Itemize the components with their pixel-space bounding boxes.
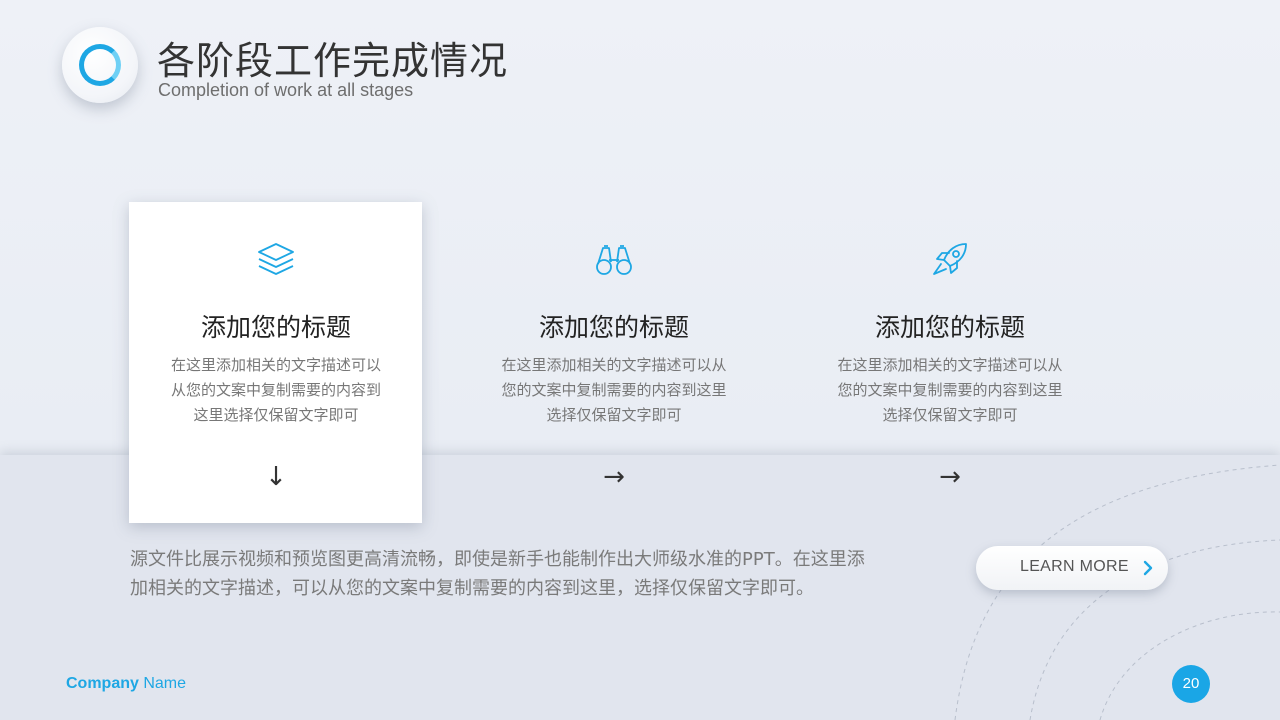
stage-card-3: 添加您的标题 在这里添加相关的文字描述可以从 您的文案中复制需要的内容到这里 选…: [800, 0, 1100, 520]
body-paragraph: 源文件比展示视频和预览图更高清流畅，即使是新手也能制作出大师级水准的PPT。在这…: [130, 545, 930, 603]
chevron-right-icon: [1143, 560, 1153, 576]
learn-more-label: LEARN MORE: [1020, 558, 1129, 575]
stage-description: 在这里添加相关的文字描述可以从 您的文案中复制需要的内容到这里 选择仅保留文字即…: [494, 353, 734, 428]
stage-description: 在这里添加相关的文字描述可以 从您的文案中复制需要的内容到 这里选择仅保留文字即…: [156, 353, 396, 428]
ring-icon: [79, 44, 121, 86]
stage-title: 添加您的标题: [200, 313, 351, 342]
stage-description: 在这里添加相关的文字描述可以从 您的文案中复制需要的内容到这里 选择仅保留文字即…: [830, 353, 1070, 428]
desc-line: 选择仅保留文字即可: [882, 406, 1018, 424]
stage-title: 添加您的标题: [538, 313, 689, 342]
rocket-icon: [933, 243, 967, 275]
binoculars-icon: [596, 245, 632, 275]
slide: 各阶段工作完成情况 Completion of work at all stag…: [0, 0, 1280, 720]
desc-line: 选择仅保留文字即可: [546, 406, 682, 424]
desc-line: 从您的文案中复制需要的内容到: [170, 381, 381, 399]
desc-line: 在这里添加相关的文字描述可以从: [501, 356, 727, 374]
learn-more-button[interactable]: LEARN MORE: [976, 546, 1168, 590]
body-line: 源文件比展示视频和预览图更高清流畅，即使是新手也能制作出大师级水准的PPT。在这…: [130, 549, 865, 570]
desc-line: 在这里添加相关的文字描述可以: [170, 356, 381, 374]
stage-title: 添加您的标题: [874, 313, 1025, 342]
company-name-rest: Name: [138, 675, 187, 692]
arrow-right-icon: →: [939, 462, 961, 492]
arrow-down-icon: ↓: [265, 462, 287, 492]
desc-line: 您的文案中复制需要的内容到这里: [837, 381, 1063, 399]
desc-line: 在这里添加相关的文字描述可以从: [837, 356, 1063, 374]
company-name: Company Name: [66, 675, 186, 693]
page-number-badge: 20: [1172, 665, 1210, 703]
stage-card-1: 添加您的标题 在这里添加相关的文字描述可以 从您的文案中复制需要的内容到 这里选…: [126, 0, 426, 520]
body-line: 加相关的文字描述，可以从您的文案中复制需要的内容到这里，选择仅保留文字即可。: [130, 578, 814, 599]
stage-card-2: 添加您的标题 在这里添加相关的文字描述可以从 您的文案中复制需要的内容到这里 选…: [464, 0, 764, 520]
layers-icon: [258, 243, 294, 275]
arrow-right-icon: →: [603, 462, 625, 492]
desc-line: 这里选择仅保留文字即可: [193, 406, 359, 424]
desc-line: 您的文案中复制需要的内容到这里: [501, 381, 727, 399]
company-name-bold: Company: [66, 675, 139, 692]
